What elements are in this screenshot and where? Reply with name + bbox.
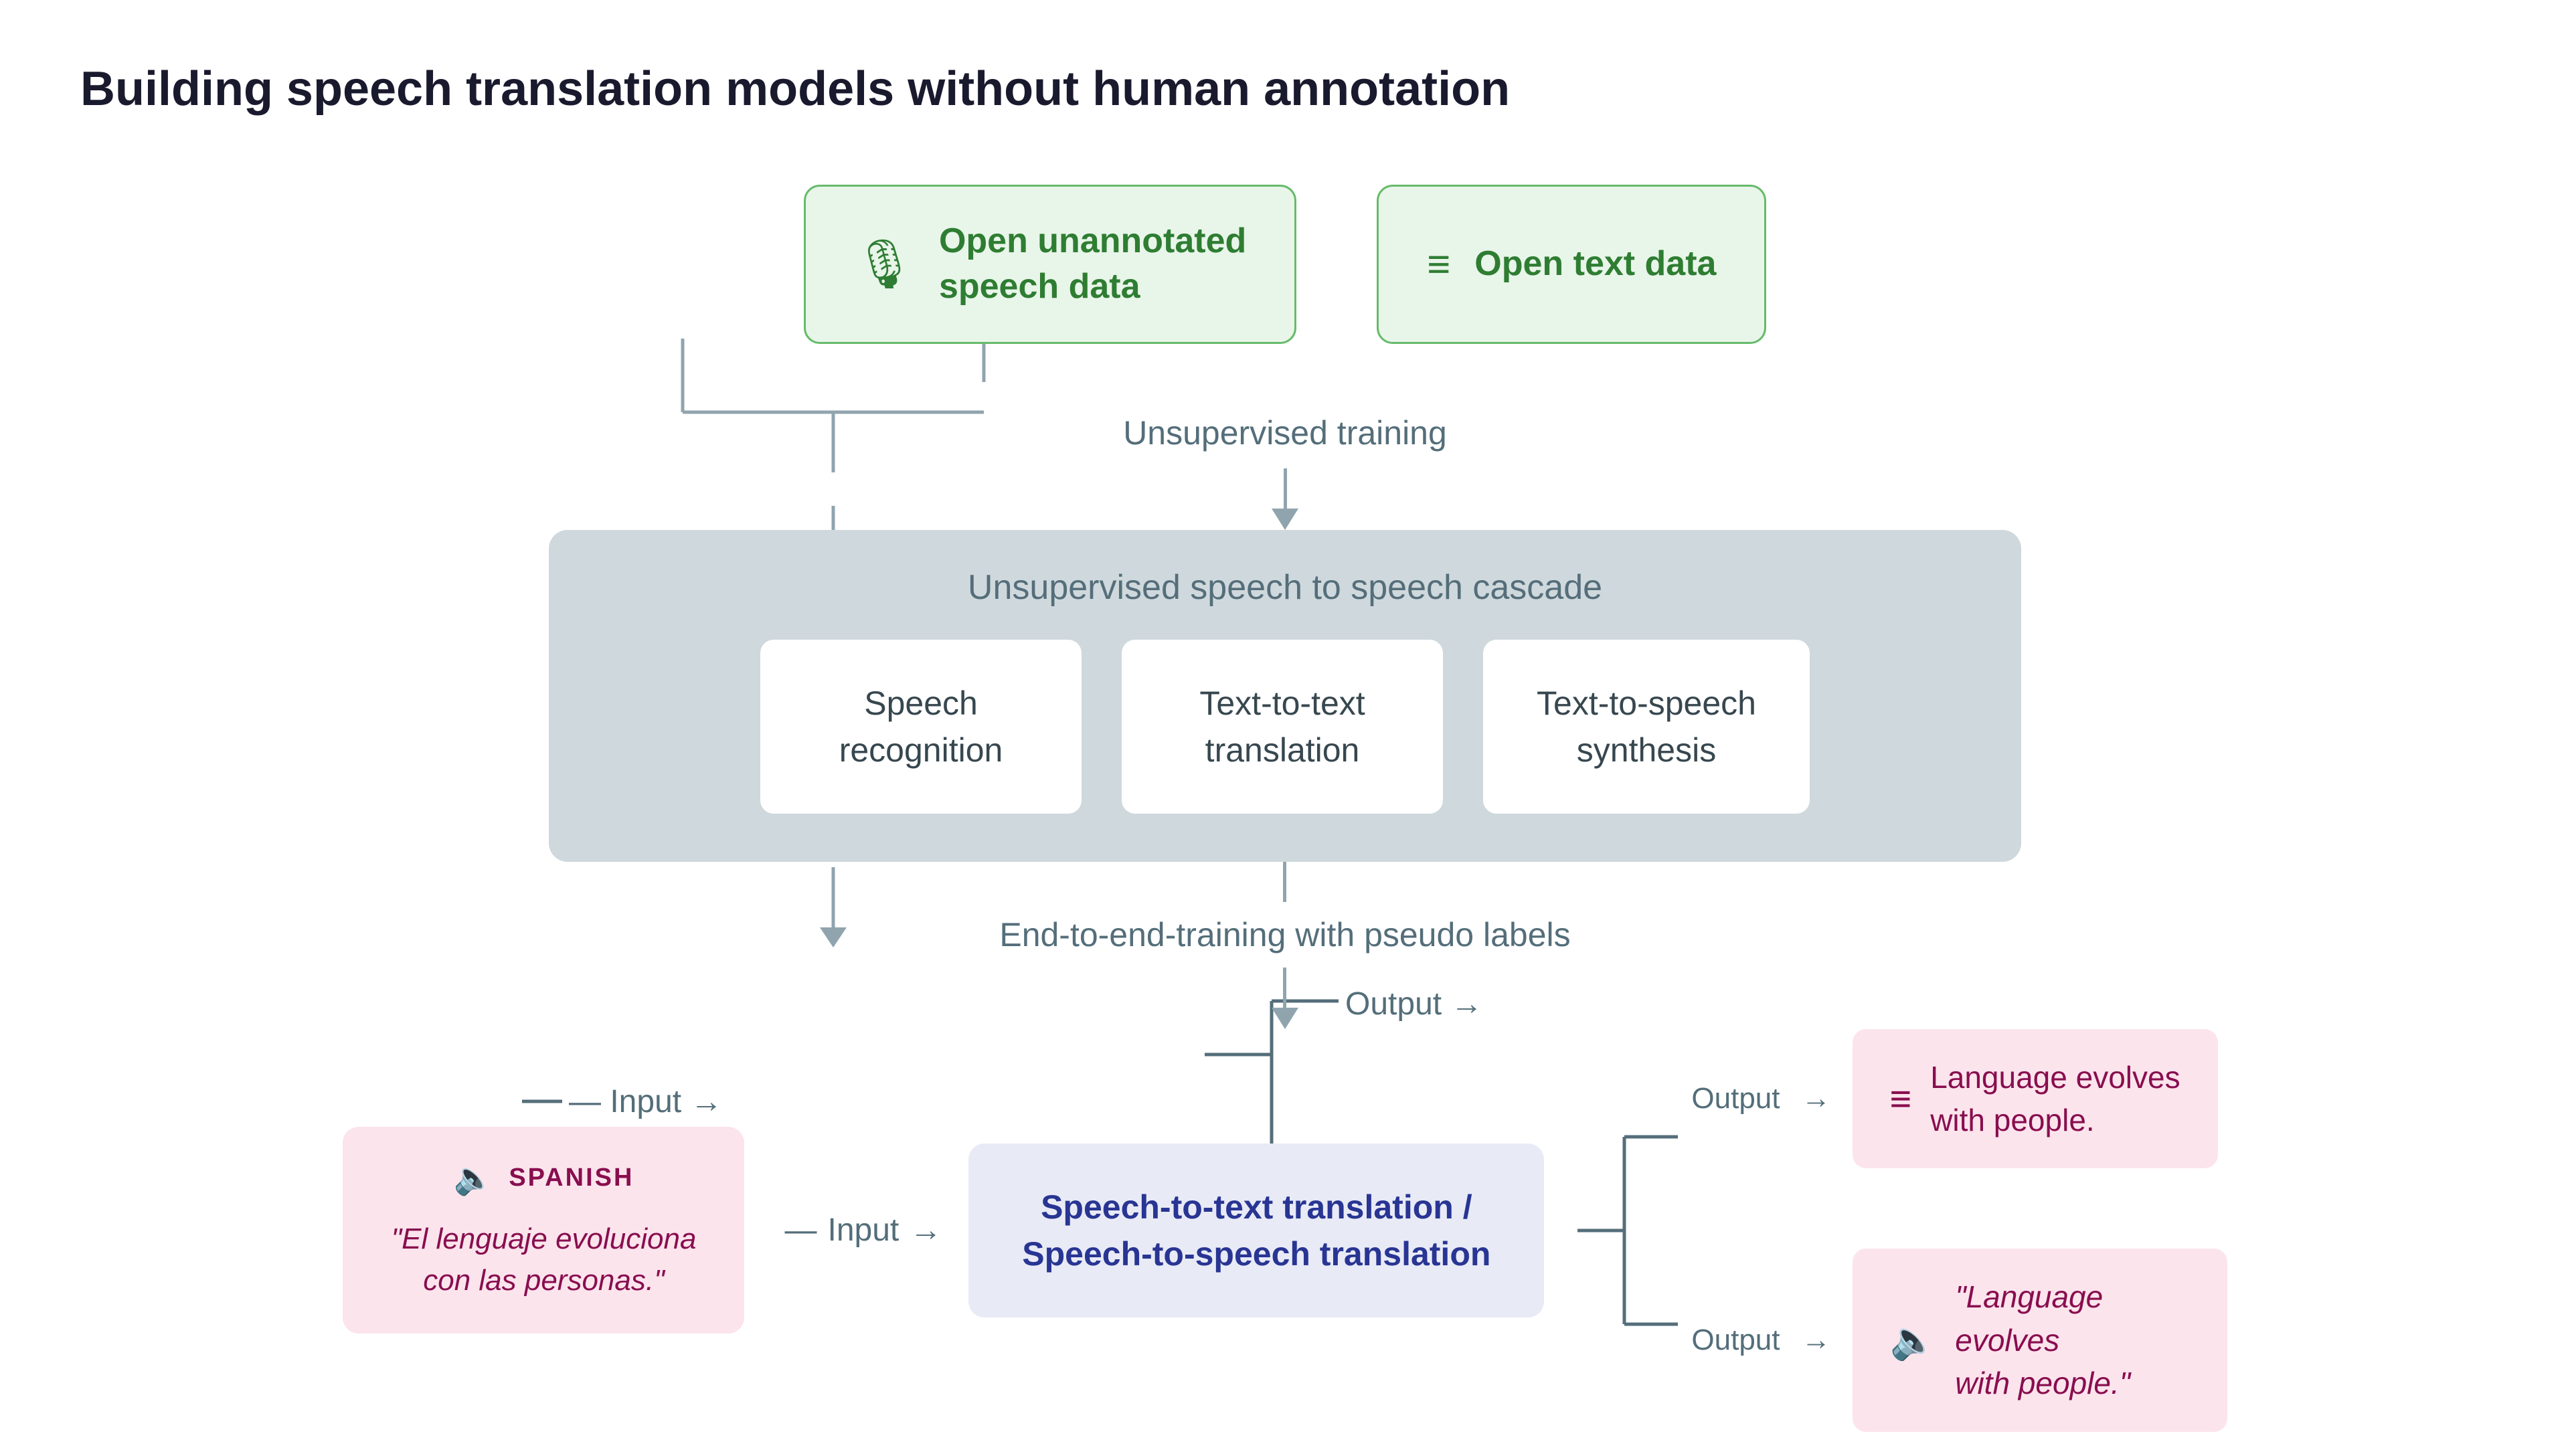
text-to-text-box: Text-to-text translation	[1122, 640, 1443, 814]
speech-recognition-box: Speech recognition	[760, 640, 1082, 814]
outputs-section: Output → ≡ Language evolves with people.…	[1571, 1029, 2227, 1432]
right-arrow-input: →	[910, 1212, 942, 1249]
output-row-speech: Output → 🔈 "Language evolves with people…	[1691, 1249, 2227, 1431]
speech-output-box: 🔈 "Language evolves with people."	[1853, 1249, 2227, 1431]
speech-data-box: 🎙 Open unannotated speech data	[804, 185, 1297, 343]
speech-output-quote: "Language evolves with people."	[1955, 1275, 2189, 1404]
text-lines-output-icon: ≡	[1890, 1073, 1912, 1125]
output-label-2: Output	[1691, 1324, 1780, 1357]
spanish-label: 🔈 SPANISH	[454, 1159, 634, 1197]
text-output-box: ≡ Language evolves with people.	[1853, 1029, 2218, 1169]
text-data-label: Open text data	[1474, 242, 1716, 287]
language-label: SPANISH	[509, 1164, 634, 1192]
output-arrow-2: →	[1802, 1324, 1831, 1357]
output-arrow-1: →	[1802, 1082, 1831, 1115]
spanish-input-box: 🔈 SPANISH "El lenguaje evoluciona con la…	[343, 1127, 744, 1333]
end-to-end-label: End-to-end-training with pseudo labels	[999, 915, 1570, 954]
page-title: Building speech translation models witho…	[80, 60, 1510, 118]
input-label: Input	[827, 1212, 899, 1249]
input-quote: "El lenguaje evoluciona con las personas…	[392, 1218, 697, 1301]
dash-connector: —	[784, 1212, 817, 1249]
translation-box: Speech-to-text translation / Speech-to-s…	[968, 1144, 1544, 1317]
translation-text: Speech-to-text translation / Speech-to-s…	[1022, 1184, 1490, 1277]
cascade-box: Unsupervised speech to speech cascade Sp…	[549, 530, 2021, 862]
cascade-title: Unsupervised speech to speech cascade	[968, 567, 1602, 608]
speaker-output-icon: 🔈	[1890, 1314, 1937, 1366]
output-label-1: Output	[1691, 1082, 1780, 1115]
unsupervised-training-label: Unsupervised training	[1123, 414, 1447, 452]
input-arrow: — Input →	[784, 1212, 942, 1249]
speaker-icon: 🔈	[454, 1159, 496, 1197]
output-row-text: Output → ≡ Language evolves with people.	[1691, 1029, 2227, 1169]
text-lines-icon: ≡	[1427, 244, 1450, 284]
text-output-label: Language evolves with people.	[1930, 1056, 2180, 1142]
diagram-area: — Input → Output → Output → 🎙 Open unann…	[80, 185, 2490, 1431]
speech-data-label: Open unannotated speech data	[939, 219, 1246, 309]
text-data-box: ≡ Open text data	[1377, 185, 1766, 343]
cascade-inner-boxes: Speech recognition Text-to-text translat…	[760, 640, 1810, 814]
bracket-svg	[1571, 1063, 1691, 1398]
microphone-icon: 🎙	[854, 240, 915, 288]
output-rows: Output → ≡ Language evolves with people.…	[1691, 1029, 2227, 1432]
text-to-speech-box: Text-to-speech synthesis	[1483, 640, 1810, 814]
